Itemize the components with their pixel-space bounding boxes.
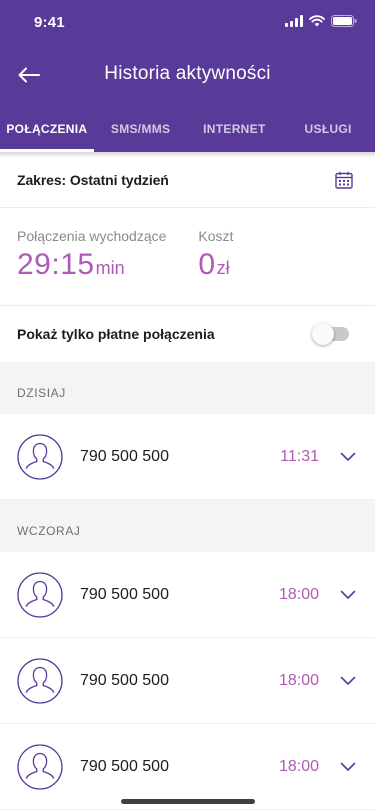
call-time: 18:00 bbox=[278, 585, 319, 603]
avatar-icon bbox=[17, 657, 63, 704]
call-time: 11:31 bbox=[280, 447, 319, 465]
tab-calls[interactable]: POŁĄCZENIA bbox=[0, 106, 94, 152]
tab-sms-mms[interactable]: SMS/MMS bbox=[94, 106, 188, 152]
expand-button[interactable] bbox=[339, 758, 357, 776]
title-bar: Historia aktywności bbox=[0, 44, 375, 106]
call-item[interactable]: 790 500 500 18:00 bbox=[0, 724, 375, 810]
status-icons bbox=[285, 15, 357, 27]
outgoing-unit: min bbox=[95, 258, 125, 278]
call-number: 790 500 500 bbox=[80, 447, 169, 465]
cost-unit: zł bbox=[216, 258, 230, 278]
battery-icon bbox=[331, 15, 357, 27]
range-row[interactable]: Zakres: Ostatni tydzień bbox=[0, 152, 375, 208]
avatar-icon bbox=[17, 743, 63, 790]
home-indicator[interactable] bbox=[120, 799, 255, 804]
call-item[interactable]: 790 500 500 18:00 bbox=[0, 638, 375, 724]
calendar-button[interactable] bbox=[333, 169, 355, 191]
stats-panel: Połączenia wychodzące 29:15min Koszt 0zł bbox=[0, 208, 375, 306]
chevron-down-icon bbox=[340, 590, 356, 599]
expand-button[interactable] bbox=[339, 672, 357, 690]
expand-button[interactable] bbox=[339, 448, 357, 466]
cost-amount: 0 bbox=[198, 248, 216, 281]
tab-services[interactable]: USŁUGI bbox=[281, 106, 375, 152]
call-time: 18:00 bbox=[278, 671, 319, 689]
outgoing-value: 29:15min bbox=[17, 248, 166, 282]
cost-label: Koszt bbox=[198, 228, 234, 244]
signal-icon bbox=[285, 15, 303, 27]
stat-outgoing: Połączenia wychodzące 29:15min bbox=[17, 228, 166, 305]
call-number: 790 500 500 bbox=[80, 585, 169, 603]
outgoing-amount: 29:15 bbox=[17, 248, 95, 281]
expand-button[interactable] bbox=[339, 586, 357, 604]
section-header-today: DZISIAJ bbox=[0, 362, 375, 414]
toggle-knob bbox=[312, 323, 334, 345]
paid-filter-label: Pokaż tylko płatne połączenia bbox=[17, 326, 215, 342]
call-number: 790 500 500 bbox=[80, 757, 169, 775]
status-time: 9:41 bbox=[34, 14, 65, 31]
call-item[interactable]: 790 500 500 18:00 bbox=[0, 552, 375, 638]
call-number: 790 500 500 bbox=[80, 671, 169, 689]
call-time: 18:00 bbox=[278, 757, 319, 775]
call-item[interactable]: 790 500 500 11:31 bbox=[0, 414, 375, 500]
range-label: Zakres: Ostatni tydzień bbox=[17, 171, 169, 188]
page-title: Historia aktywności bbox=[104, 63, 271, 84]
wifi-icon bbox=[309, 15, 325, 27]
chevron-down-icon bbox=[340, 762, 356, 771]
tab-internet[interactable]: INTERNET bbox=[188, 106, 282, 152]
status-bar: 9:41 bbox=[0, 0, 375, 44]
tab-bar: POŁĄCZENIA SMS/MMS INTERNET USŁUGI bbox=[0, 106, 375, 152]
paid-filter-row: Pokaż tylko płatne połączenia bbox=[0, 306, 375, 362]
cost-value: 0zł bbox=[198, 248, 233, 282]
outgoing-label: Połączenia wychodzące bbox=[17, 228, 167, 244]
section-header-yesterday: WCZORAJ bbox=[0, 500, 375, 552]
chevron-down-icon bbox=[340, 676, 356, 685]
calendar-icon bbox=[335, 171, 353, 189]
chevron-down-icon bbox=[340, 452, 356, 461]
app-header: 9:41 Historia aktywności POŁĄCZENIA SMS/… bbox=[0, 0, 375, 152]
paid-filter-toggle[interactable] bbox=[312, 323, 349, 345]
stat-cost: Koszt 0zł bbox=[198, 228, 233, 305]
avatar-icon bbox=[17, 571, 63, 618]
avatar-icon bbox=[17, 433, 63, 480]
